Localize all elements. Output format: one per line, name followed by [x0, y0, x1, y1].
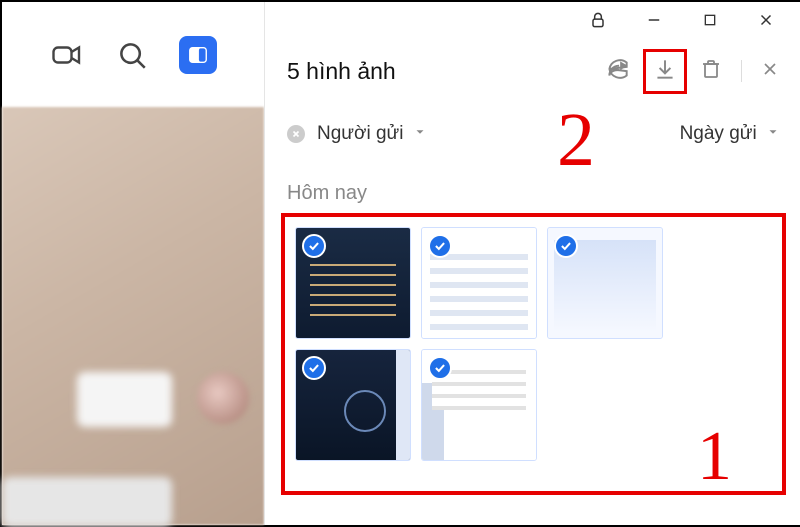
image-thumb[interactable]	[421, 349, 537, 461]
media-header: 5 hình ảnh	[265, 38, 800, 104]
filter-sender[interactable]: Người gửi	[317, 123, 427, 145]
maximize-button[interactable]	[696, 6, 724, 34]
thumbnail-grid: 1	[281, 213, 786, 495]
chat-bubble	[77, 372, 172, 427]
filter-date[interactable]: Ngày gửi	[680, 123, 780, 145]
media-panel: 5 hình ảnh	[264, 2, 800, 525]
filter-row: Người gửi Ngày gửi	[265, 104, 800, 164]
image-thumb[interactable]	[295, 227, 411, 339]
avatar	[197, 372, 249, 424]
check-icon	[302, 356, 326, 380]
chat-bubble	[2, 477, 172, 527]
download-button[interactable]	[643, 49, 687, 94]
panel-close-icon[interactable]	[760, 59, 780, 84]
image-thumb[interactable]	[421, 227, 537, 339]
check-icon	[554, 234, 578, 258]
divider	[741, 60, 742, 82]
image-thumb[interactable]	[547, 227, 663, 339]
video-icon[interactable]	[49, 37, 85, 73]
lock-icon[interactable]	[584, 6, 612, 34]
check-icon	[302, 234, 326, 258]
left-toolbar	[2, 2, 264, 107]
media-count-title: 5 hình ảnh	[287, 58, 591, 85]
filter-date-label: Ngày gửi	[680, 123, 757, 144]
check-icon	[428, 234, 452, 258]
filter-sender-label: Người gửi	[317, 123, 403, 144]
annotation-step-1: 1	[697, 417, 732, 497]
chat-sidebar	[2, 2, 264, 525]
chevron-down-icon	[766, 123, 780, 144]
chat-background	[2, 107, 264, 525]
window-titlebar	[265, 2, 800, 38]
window-close-button[interactable]	[752, 6, 780, 34]
section-today-label: Hôm nay	[265, 164, 800, 213]
clear-sender-icon[interactable]	[287, 125, 305, 143]
panel-toggle-button[interactable]	[179, 36, 217, 74]
check-icon	[428, 356, 452, 380]
trash-icon[interactable]	[699, 57, 723, 86]
search-icon[interactable]	[115, 38, 149, 72]
share-icon[interactable]	[605, 56, 631, 87]
image-thumb[interactable]	[295, 349, 411, 461]
minimize-button[interactable]	[640, 6, 668, 34]
chevron-down-icon	[413, 123, 427, 144]
